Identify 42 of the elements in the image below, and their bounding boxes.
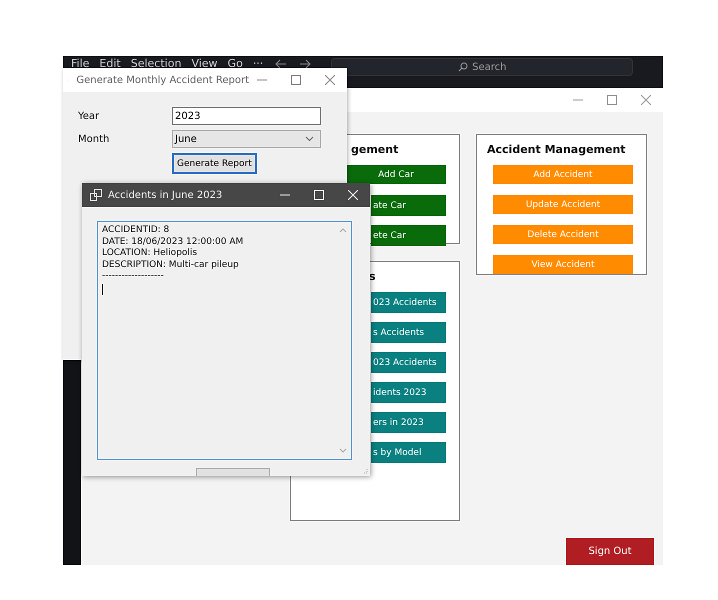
text-line: DATE: 18/06/2023 12:00:00 AM <box>102 236 244 248</box>
text-line: ------------------- <box>102 271 164 282</box>
text-line: DESCRIPTION: Multi-car pileup <box>102 260 239 271</box>
action-button[interactable]: ers in 2023 <box>371 412 446 433</box>
text-line: LOCATION: Heliopolis <box>102 248 198 260</box>
month-dropdown[interactable]: June <box>172 130 321 148</box>
back-arrow-icon[interactable] <box>275 59 288 69</box>
menu-item[interactable]: Selection <box>130 57 182 71</box>
scroll-up-icon[interactable] <box>339 228 347 233</box>
year-field[interactable]: 2023 <box>172 107 321 125</box>
window-title: Accidents in June 2023 <box>108 190 222 200</box>
scroll-down-icon[interactable] <box>339 448 347 453</box>
forward-arrow-icon[interactable] <box>299 59 312 69</box>
resize-grip-icon[interactable] <box>362 468 368 474</box>
action-button[interactable]: idents 2023 <box>371 382 446 403</box>
menu-item[interactable]: Go <box>228 57 243 71</box>
action-button[interactable]: 023 Accidents <box>371 352 446 373</box>
group-title: Accident Management <box>487 143 626 156</box>
window-title: Generate Monthly Accident Report <box>76 74 249 86</box>
year-label: Year <box>78 110 100 122</box>
month-label: Month <box>78 134 110 144</box>
menu-item[interactable]: View <box>191 57 218 71</box>
search-field[interactable]: Search <box>331 58 634 76</box>
menu-item[interactable]: Edit <box>99 57 121 71</box>
action-button[interactable]: ete Car <box>371 225 446 246</box>
action-button[interactable]: Add Car <box>346 165 446 184</box>
action-button[interactable]: s Accidents <box>371 322 446 343</box>
group-title: gement <box>351 143 398 156</box>
search-icon <box>458 62 468 72</box>
menu-item[interactable]: File <box>71 57 90 71</box>
text-cursor <box>102 284 103 294</box>
action-button[interactable]: s by Model <box>371 442 446 463</box>
menu-item[interactable]: ··· <box>252 57 264 71</box>
text-line: ACCIDENTID: 8 <box>102 225 170 236</box>
close-icon[interactable] <box>325 75 335 85</box>
generate-report-button[interactable]: Generate Report <box>172 153 257 174</box>
text-area[interactable]: ACCIDENTID: 8 DATE: 18/06/2023 12:00:00 AM LOCATION: Heliopolis DESCRIPTION: Multi-car pileup ------------------- <box>97 221 352 460</box>
chevron-down-icon <box>305 136 314 142</box>
action-button[interactable]: ate Car <box>371 195 446 216</box>
sign-out-button[interactable]: Sign Out <box>566 538 654 565</box>
action-button[interactable]: 023 Accidents <box>371 292 446 313</box>
maximize-icon[interactable] <box>291 75 301 85</box>
